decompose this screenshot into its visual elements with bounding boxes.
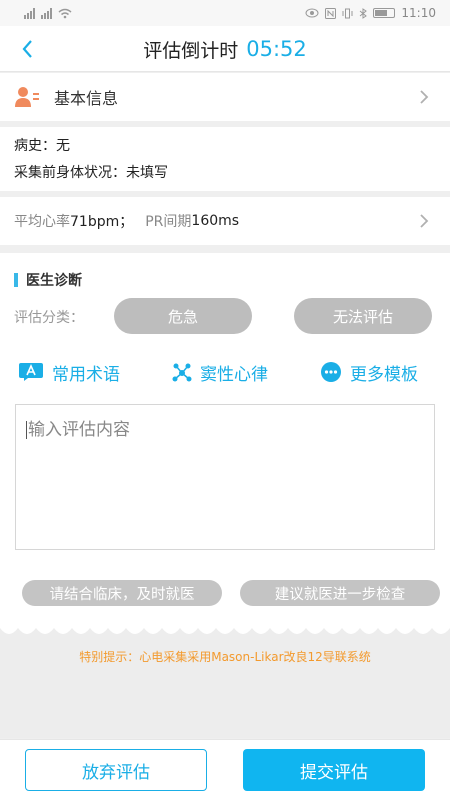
assessment-input[interactable]: 输入评估内容 [15,404,435,550]
text-a-icon [19,363,43,381]
nfc-icon [325,7,337,19]
assessment-input-placeholder: 输入评估内容 [28,420,130,440]
category-label: 评估分类： [14,310,84,326]
battery-icon [373,8,396,18]
basic-info-row[interactable]: 基本信息 [0,73,450,121]
vibrate-icon [342,8,353,18]
eye-icon [305,8,319,18]
tip-section: 特别提示：心电采集采用Mason-Likar改良12导联系统 [0,628,450,738]
give-up-button[interactable]: 放弃评估 [25,749,207,791]
basic-info-label: 基本信息 [54,89,119,108]
wifi-icon [58,8,72,18]
pr-label: PR间期 [145,214,192,230]
section-marker [14,273,18,287]
vitals-row[interactable]: 平均心率 71bpm； PR间期 160ms [0,197,450,245]
common-terms-button[interactable]: 常用术语 [18,357,120,387]
doctor-diagnosis-section: 医生诊断 评估分类： 危急 无法评估 常用术语 窦性心律 更多模板 输入评估内容… [0,253,450,628]
nav-bar: 评估倒计时 05:52 [0,26,450,72]
molecule-icon [172,363,192,382]
quick-phrase-further-exam[interactable]: 建议就医进一步检查 [240,580,440,606]
countdown-timer: 05:52 [246,37,307,61]
section-title: 医生诊断 [26,273,82,289]
bluetooth-icon [360,7,368,19]
text-cursor [26,421,27,439]
history-section: 病史：无 采集前身体状况：未填写 [0,127,450,191]
section-header: 医生诊断 [14,270,82,290]
special-tip: 特别提示：心电采集采用Mason-Likar改良12导联系统 [79,650,371,664]
common-terms-label: 常用术语 [52,364,120,385]
page-title: 评估倒计时 05:52 [0,26,450,72]
pre-collection-status: 采集前身体状况：未填写 [14,165,168,181]
signal-indicators [24,7,72,19]
chevron-right-icon [420,90,429,104]
category-critical-button[interactable]: 危急 [114,298,252,334]
pr-value: 160ms [191,213,240,229]
submit-button[interactable]: 提交评估 [243,749,425,791]
signal-icon [41,7,52,19]
status-time: 11:10 [401,6,436,20]
hr-label: 平均心率 [14,214,70,230]
sinus-rhythm-label: 窦性心律 [200,364,268,385]
quick-phrase-see-doctor[interactable]: 请结合临床，及时就医 [22,580,222,606]
hr-value: 71bpm； [70,214,134,230]
signal-icon [24,7,35,19]
more-dots-icon [321,362,341,382]
category-unassessable-button[interactable]: 无法评估 [294,298,432,334]
bottom-action-bar: 放弃评估 提交评估 [0,739,450,800]
medical-history: 病史：无 [14,138,70,154]
chevron-right-icon [420,214,429,228]
system-indicators: 11:10 [305,6,436,20]
sinus-rhythm-button[interactable]: 窦性心律 [172,357,268,387]
more-templates-button[interactable]: 更多模板 [320,357,418,387]
scallop-edge [0,628,450,640]
template-tools: 常用术语 窦性心律 更多模板 [0,357,450,387]
user-info-icon [15,87,39,107]
status-bar: 11:10 [0,0,450,26]
title-text: 评估倒计时 [143,39,239,62]
more-templates-label: 更多模板 [350,364,418,385]
